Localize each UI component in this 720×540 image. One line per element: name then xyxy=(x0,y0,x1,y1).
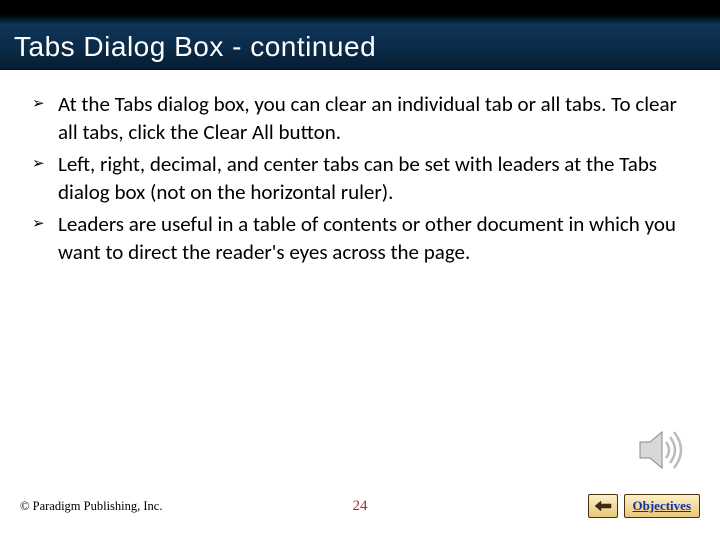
list-item: ➢ Left, right, decimal, and center tabs … xyxy=(30,150,690,206)
objectives-label: Objectives xyxy=(633,498,691,514)
content-area: ➢ At the Tabs dialog box, you can clear … xyxy=(0,70,720,266)
top-accent-bar xyxy=(0,0,720,24)
slide-title: Tabs Dialog Box - continued xyxy=(14,31,376,63)
bullet-text: Leaders are useful in a table of content… xyxy=(58,210,690,266)
back-button[interactable] xyxy=(588,494,618,518)
bullet-arrow-icon: ➢ xyxy=(30,210,58,266)
copyright-text: © Paradigm Publishing, Inc. xyxy=(20,499,162,514)
page-number: 24 xyxy=(353,498,368,515)
slide: Tabs Dialog Box - continued ➢ At the Tab… xyxy=(0,0,720,540)
list-item: ➢ At the Tabs dialog box, you can clear … xyxy=(30,90,690,146)
bullet-arrow-icon: ➢ xyxy=(30,90,58,146)
speaker-icon[interactable] xyxy=(632,422,688,478)
bullet-text: At the Tabs dialog box, you can clear an… xyxy=(58,90,690,146)
arrow-left-icon xyxy=(594,500,612,512)
list-item: ➢ Leaders are useful in a table of conte… xyxy=(30,210,690,266)
footer-nav: Objectives xyxy=(588,494,700,518)
bullet-arrow-icon: ➢ xyxy=(30,150,58,206)
footer: © Paradigm Publishing, Inc. 24 Objective… xyxy=(0,490,720,522)
title-band: Tabs Dialog Box - continued xyxy=(0,24,720,70)
bullet-text: Left, right, decimal, and center tabs ca… xyxy=(58,150,690,206)
objectives-button[interactable]: Objectives xyxy=(624,494,700,518)
